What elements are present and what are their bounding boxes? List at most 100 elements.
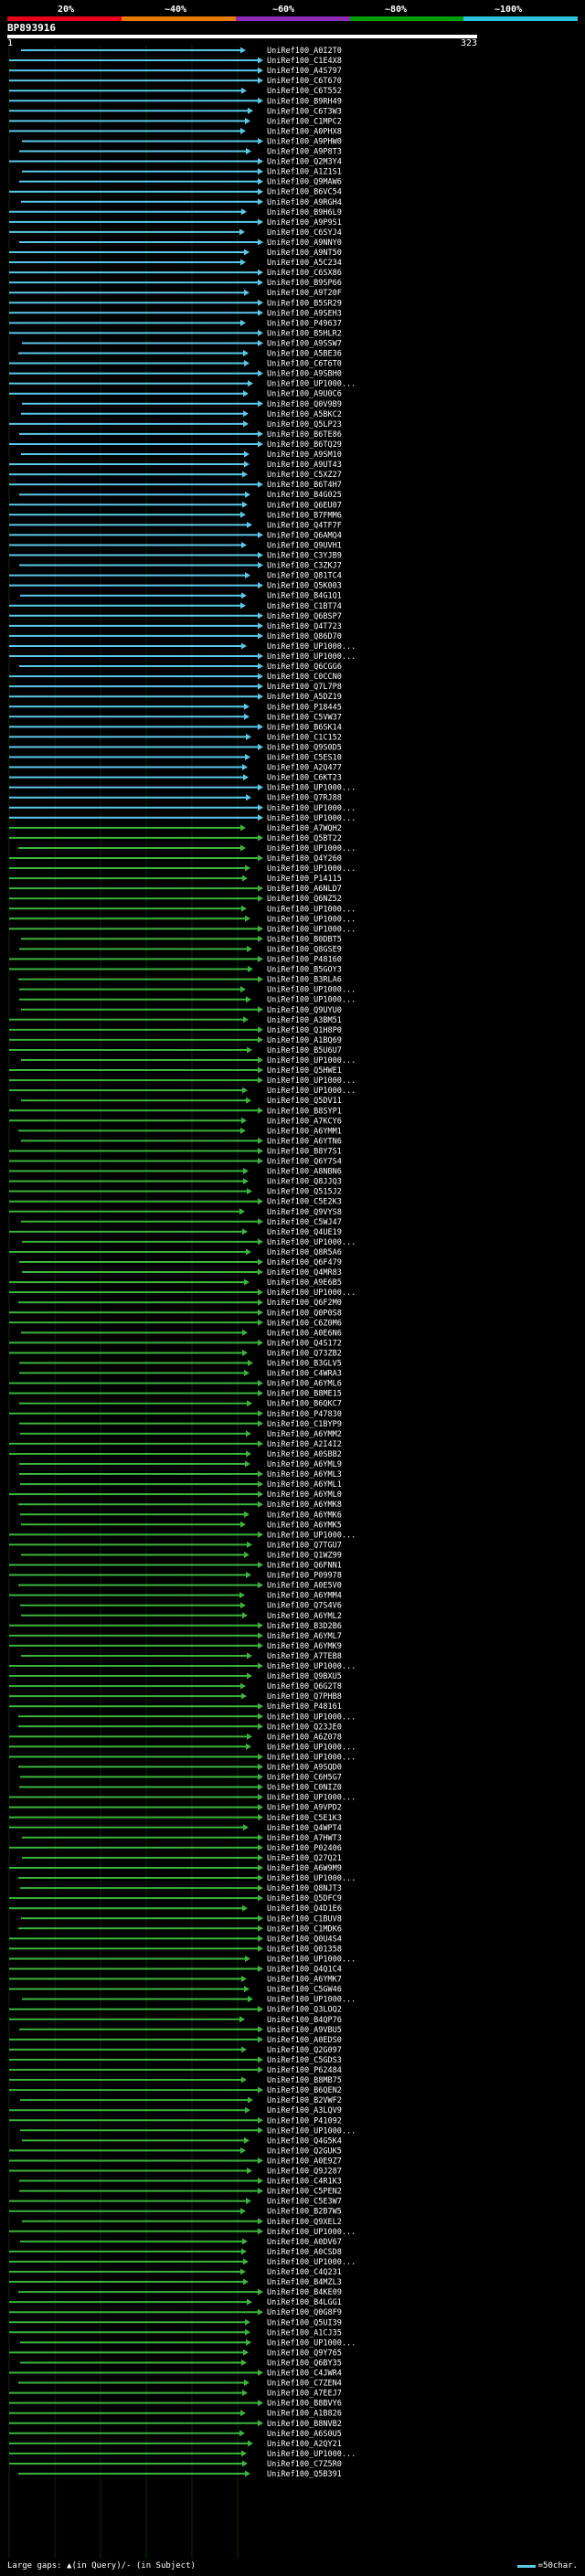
hit-arrow-icon — [244, 1551, 250, 1558]
hit-label: UniRef100_Q5HWE1 — [267, 1066, 342, 1076]
hit-arrow-icon — [258, 743, 263, 750]
hit-label: UniRef100_A2Q477 — [267, 764, 342, 773]
hit-row: UniRef100_Q9BXU5 — [9, 1672, 342, 1681]
hit-row: UniRef100_Q01358 — [9, 1945, 342, 1954]
hit-row: UniRef100_B6QKC7 — [19, 1400, 342, 1409]
hit-label: UniRef100_P48160 — [267, 956, 342, 965]
hit-arrow-icon — [258, 814, 263, 822]
hit-row: UniRef100_A7TEB8 — [21, 1652, 342, 1661]
hit-row: UniRef100_Q0U4S4 — [9, 1935, 342, 1944]
hit-row: UniRef100_P18445 — [9, 703, 342, 712]
hit-row: UniRef100_UP1000... — [20, 2126, 356, 2136]
hit-label: UniRef100_UP1000... — [267, 1794, 356, 1803]
hit-label: UniRef100_Q515J2 — [267, 1188, 342, 1197]
hit-label: UniRef100_A0CSD8 — [267, 2248, 342, 2257]
hit-label: UniRef100_Q5LP23 — [267, 420, 342, 429]
hit-arrow-icon — [248, 2096, 253, 2104]
hit-arrow-icon — [258, 1440, 263, 1447]
hit-arrow-icon — [243, 350, 249, 356]
hit-arrow-icon — [258, 137, 263, 144]
hit-row: UniRef100_B6TQ29 — [9, 440, 342, 450]
hit-arrow-icon — [240, 127, 246, 134]
hit-row: UniRef100_B4G025 — [19, 491, 342, 500]
hit-label: UniRef100_A8NBN6 — [267, 1168, 342, 1177]
hit-label: UniRef100_Q3LOQ2 — [267, 2006, 342, 2015]
hit-arrow-icon — [258, 1036, 263, 1044]
hit-label: UniRef100_A5C234 — [267, 259, 342, 268]
hit-arrow-icon — [241, 2076, 247, 2083]
hit-arrow-icon — [243, 2258, 249, 2265]
hit-label: UniRef100_Q6FNN1 — [267, 1562, 342, 1571]
hit-arrow-icon — [247, 521, 252, 528]
hit-row: UniRef100_B8NVB2 — [9, 2420, 342, 2429]
hit-row: UniRef100_Q6G2T8 — [9, 1682, 342, 1691]
hit-arrow-icon — [258, 309, 263, 316]
hit-label: UniRef100_C5XZ27 — [267, 471, 342, 480]
hit-row: UniRef100_Q23JE0 — [18, 1723, 342, 1732]
hit-arrow-icon — [244, 249, 250, 256]
hit-row: UniRef100_Q81TC4 — [9, 572, 342, 581]
hit-row: UniRef100_A6YMK5 — [21, 1521, 342, 1530]
hit-row: UniRef100_P62484 — [9, 2066, 342, 2075]
hit-arrow-icon — [258, 1864, 263, 1871]
hit-row: UniRef100_UP1000... — [9, 804, 356, 813]
hit-label: UniRef100_Q5K003 — [267, 582, 342, 591]
hit-label: UniRef100_C1MPC2 — [267, 117, 342, 126]
hit-label: UniRef100_UP1000... — [267, 844, 356, 853]
hit-label: UniRef100_C5VW37 — [267, 713, 342, 722]
hit-row: UniRef100_A6YML1 — [20, 1480, 342, 1489]
hit-arrow-icon — [241, 905, 247, 912]
hit-row: UniRef100_UP1000... — [19, 996, 356, 1005]
hit-row: UniRef100_A0E5V0 — [18, 1582, 342, 1591]
hit-arrow-icon — [246, 733, 251, 740]
hit-label: UniRef100_Q01358 — [267, 1945, 342, 1954]
hit-label: UniRef100_Q7TGU7 — [267, 1541, 342, 1550]
hit-row: UniRef100_A9VPD2 — [9, 1804, 342, 1813]
hit-arrow-icon — [258, 2308, 263, 2316]
hit-row: UniRef100_A9UT43 — [9, 461, 342, 470]
hit-row: UniRef100_A0PHX8 — [9, 127, 342, 136]
hit-label: UniRef100_A7WQH2 — [267, 824, 342, 833]
hit-arrow-icon — [258, 1268, 263, 1276]
hit-label: UniRef100_A6YML2 — [267, 1612, 342, 1621]
hit-label: UniRef100_A6YMM4 — [267, 1592, 342, 1601]
hit-label: UniRef100_Q73ZB2 — [267, 1349, 342, 1358]
hit-arrow-icon — [258, 1158, 263, 1164]
hit-arrow-icon — [242, 1087, 248, 1094]
hit-row: UniRef100_B4KE09 — [18, 2288, 342, 2297]
hit-arrow-icon — [258, 935, 263, 942]
hit-label: UniRef100_C4R1K3 — [267, 2178, 342, 2187]
hit-row: UniRef100_B3D2B6 — [9, 1622, 342, 1631]
hit-label: UniRef100_A7KCY6 — [267, 1117, 342, 1126]
hit-row: UniRef100_Q7PHB8 — [9, 1692, 342, 1701]
hit-label: UniRef100_C0NIZ0 — [267, 1784, 342, 1793]
hit-arrow-icon — [258, 1884, 263, 1892]
hit-arrow-icon — [248, 1996, 253, 2003]
hit-label: UniRef100_A6YML7 — [267, 1632, 342, 1641]
hit-arrow-icon — [258, 1470, 263, 1478]
hit-arrow-icon — [242, 875, 248, 882]
hit-row: UniRef100_Q9UVH1 — [9, 541, 342, 550]
hit-arrow-icon — [244, 2380, 250, 2387]
hit-row: UniRef100_A0I2T0 — [21, 47, 342, 56]
hit-label: UniRef100_C1BT74 — [267, 602, 342, 611]
hit-row: UniRef100_B8ME15 — [9, 1390, 342, 1399]
hit-row: UniRef100_Q2G097 — [9, 2046, 342, 2055]
hit-row: UniRef100_Q4UE19 — [9, 1228, 342, 1237]
hit-arrow-icon — [246, 1743, 251, 1750]
hit-row: UniRef100_B8MB75 — [9, 2076, 342, 2085]
hit-label: UniRef100_B6VC54 — [267, 188, 342, 197]
hit-row: UniRef100_A1BQ69 — [9, 1036, 342, 1045]
hit-row: UniRef100_A9NT50 — [9, 249, 342, 258]
hit-row: UniRef100_Q8R5A6 — [9, 1248, 342, 1257]
hit-label: UniRef100_Q7RJ88 — [267, 794, 342, 803]
hit-label: UniRef100_Q6EU07 — [267, 501, 342, 510]
hit-row: UniRef100_UP1000... — [20, 2338, 356, 2348]
hit-arrow-icon — [258, 1712, 263, 1720]
hit-row: UniRef100_A6S0U5 — [9, 2430, 342, 2439]
hit-row: UniRef100_UP1000... — [9, 2450, 356, 2459]
hit-row: UniRef100_UP1000... — [9, 814, 356, 823]
hit-arrow-icon — [258, 612, 263, 620]
hit-row: UniRef100_P48161 — [9, 1702, 342, 1712]
scale-legend-text: =50char. — [537, 2561, 578, 2571]
